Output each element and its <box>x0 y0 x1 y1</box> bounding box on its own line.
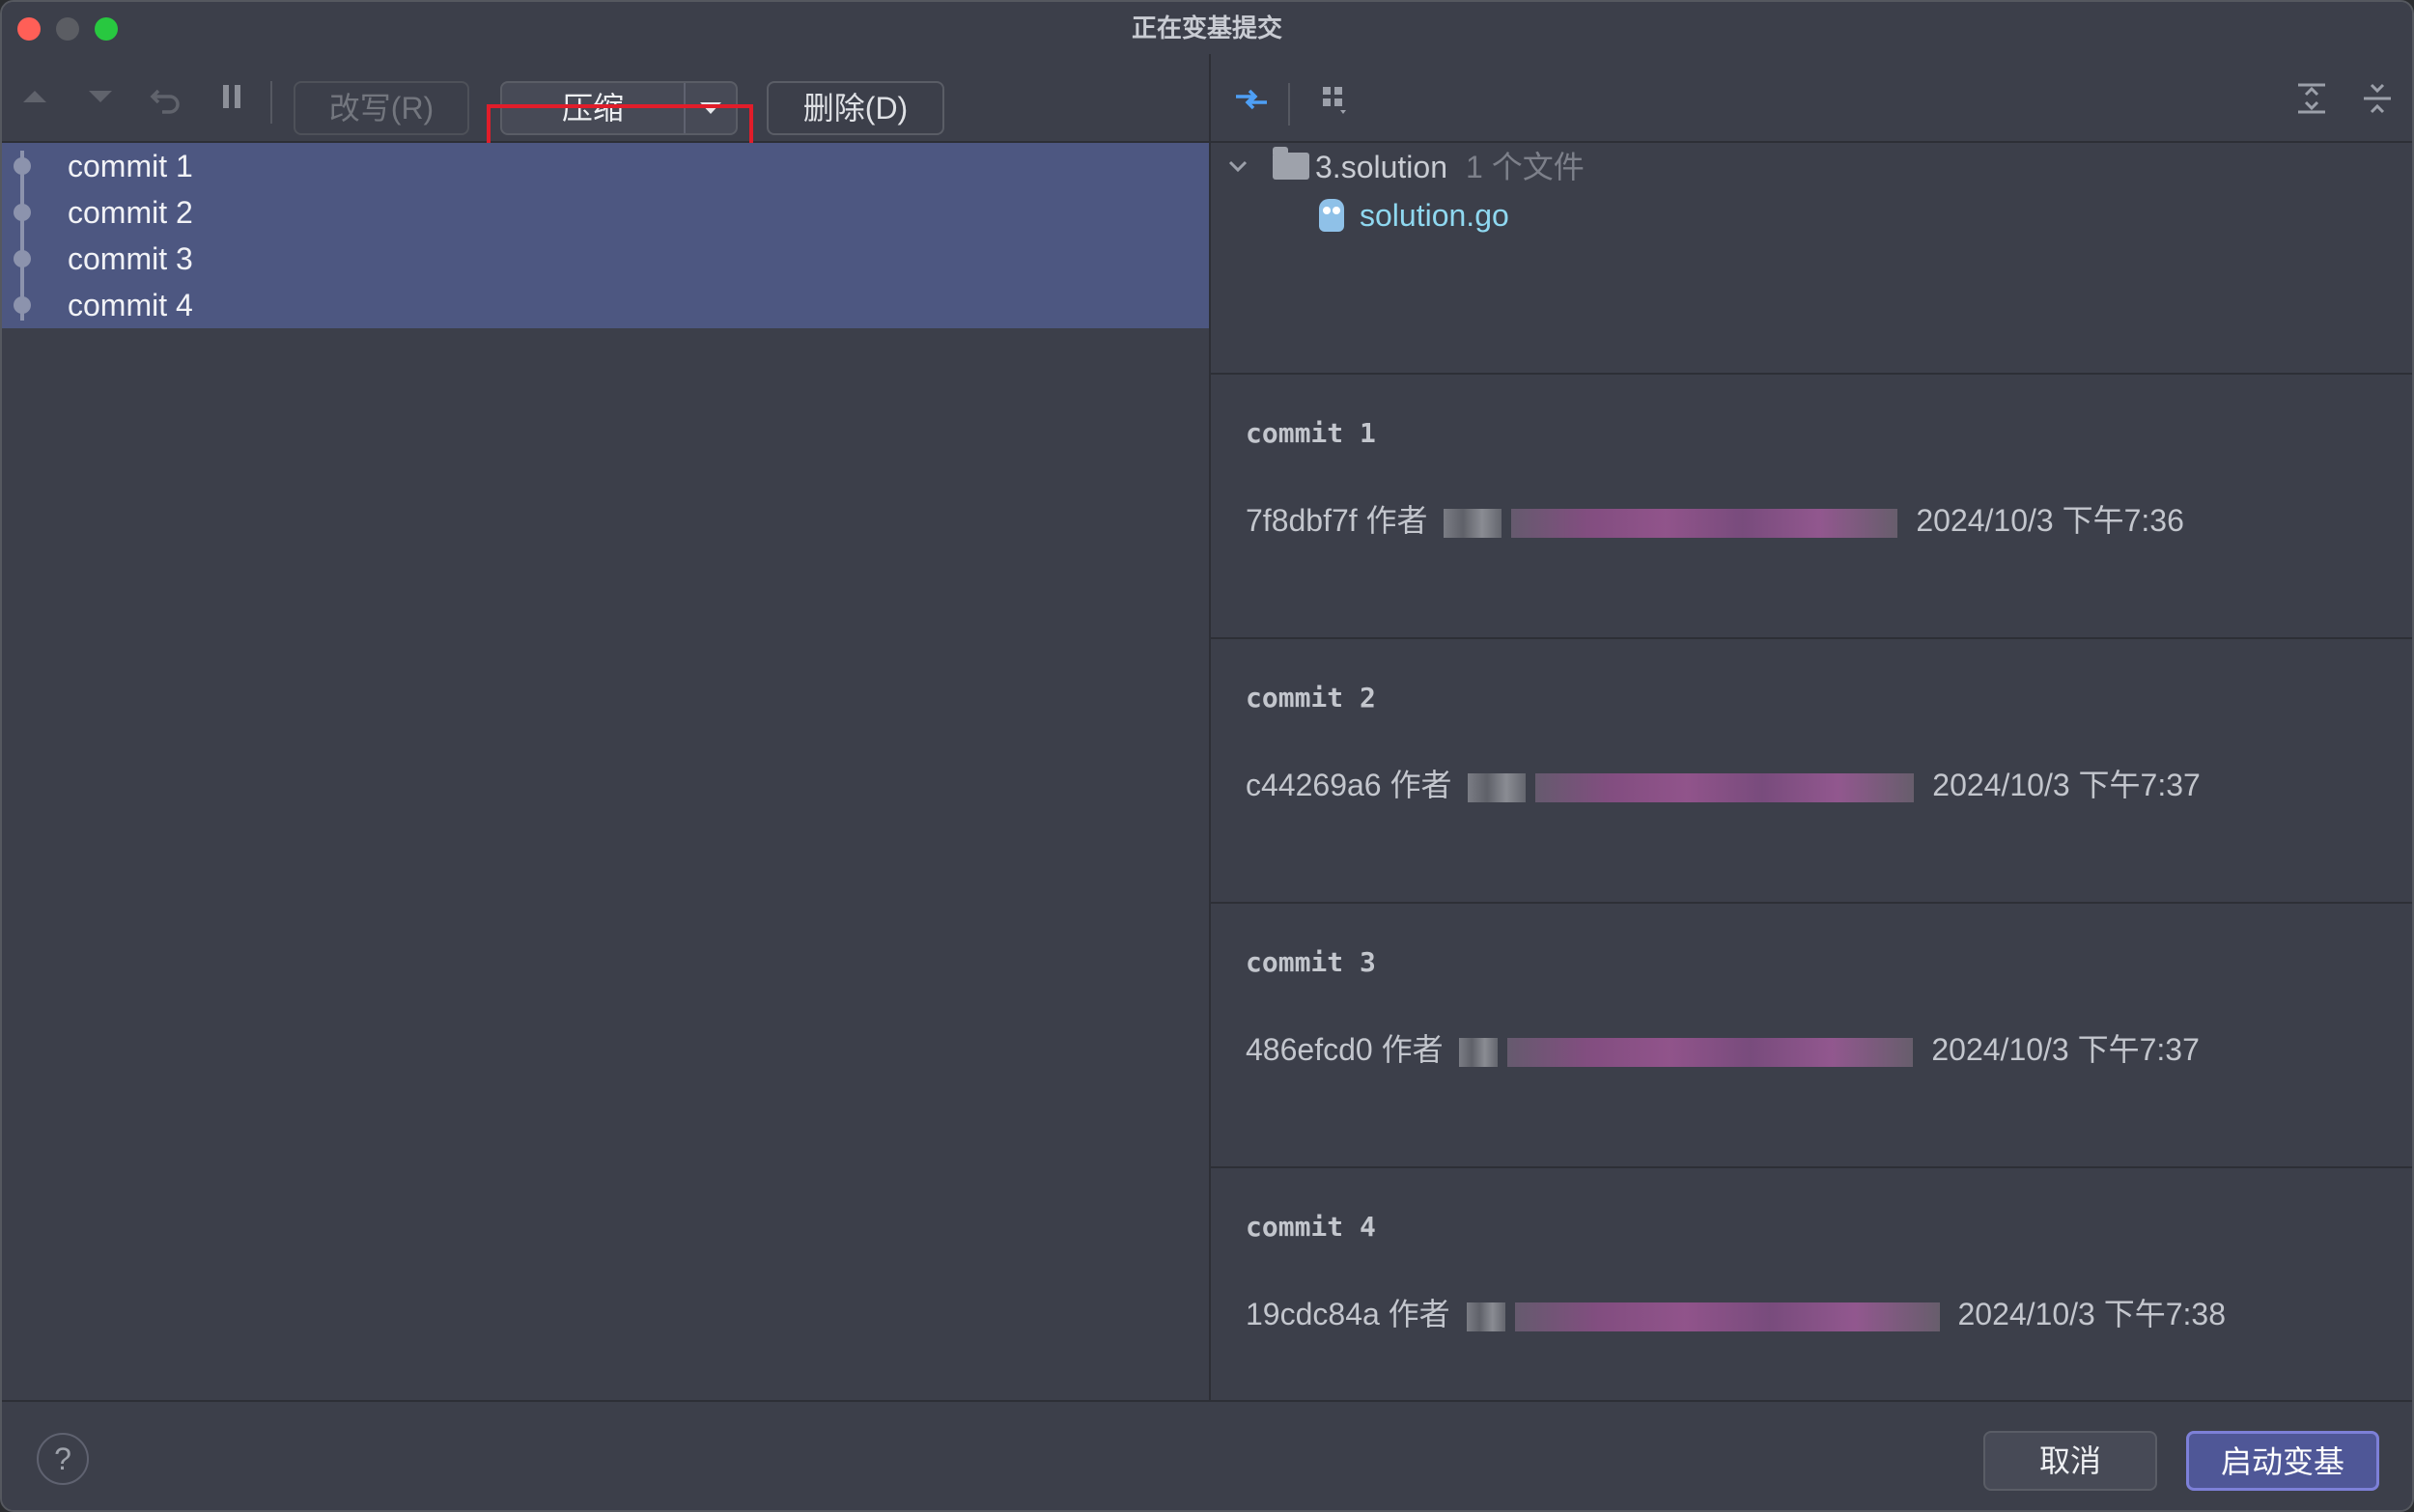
author-prefix: 作者 <box>1365 503 1428 538</box>
reword-button[interactable]: 改写(R) <box>294 81 469 135</box>
commit-hash[interactable]: c44269a6 <box>1246 768 1382 802</box>
group-by-icon[interactable] <box>1313 77 1356 120</box>
commit-node-icon <box>14 250 31 267</box>
help-button[interactable]: ? <box>37 1433 89 1485</box>
commit-hash[interactable]: 486efcd0 <box>1246 1032 1373 1067</box>
cancel-button[interactable]: 取消 <box>1983 1431 2157 1491</box>
folder-row[interactable]: 3.solution 1 个文件 <box>1211 143 2412 191</box>
folder-name: 3.solution <box>1315 150 1447 184</box>
commit-hash[interactable]: 7f8dbf7f <box>1246 503 1358 538</box>
author-prefix: 作者 <box>1388 1297 1450 1331</box>
toolbar-separator <box>270 81 272 124</box>
expand-all-icon[interactable] <box>2290 77 2333 120</box>
commit-detail-title: commit 4 <box>1246 1211 1376 1243</box>
commit-detail-title: commit 1 <box>1246 417 1376 449</box>
author-prefix: 作者 <box>1381 1032 1444 1067</box>
dialog-footer: ? 取消 启动变基 <box>2 1400 2412 1510</box>
file-row[interactable]: solution.go <box>1211 191 2412 239</box>
commit-time: 2024/10/3 下午7:37 <box>1932 768 2201 802</box>
commit-detail-title: commit 2 <box>1246 682 1376 714</box>
commit-message: commit 2 <box>68 195 193 230</box>
author-prefix: 作者 <box>1389 768 1452 802</box>
commit-row[interactable]: commit 1 <box>2 143 1209 189</box>
redacted-author-email <box>1511 508 1898 538</box>
commit-time: 2024/10/3 下午7:37 <box>1931 1032 2200 1067</box>
move-down-icon[interactable] <box>79 75 122 118</box>
folder-file-count: 1 个文件 <box>1466 150 1585 184</box>
commit-message: commit 1 <box>68 149 193 183</box>
commit-list: commit 1 commit 2 commit 3 commit 4 <box>2 143 1209 328</box>
commit-detail-meta: 7f8dbf7f 作者 2024/10/3 下午7:36 <box>1246 496 2184 541</box>
details-toolbar <box>1211 54 2412 143</box>
commit-time: 2024/10/3 下午7:36 <box>1916 503 2184 538</box>
commit-detail-meta: 486efcd0 作者 2024/10/3 下午7:37 <box>1246 1025 2200 1070</box>
toolbar-separator <box>1288 83 1290 126</box>
commit-details-pane: 3.solution 1 个文件 solution.go commit 1 7f… <box>1211 54 2412 1400</box>
collapse-all-icon[interactable] <box>2356 77 2399 120</box>
redacted-author-email <box>1507 1037 1914 1067</box>
redacted-author-name <box>1444 508 1502 538</box>
gopher-file-icon <box>1319 199 1344 232</box>
rebase-dialog: 正在变基提交 改写(R) 压缩 删除(D) commit 1 commit 2 … <box>0 0 2414 1512</box>
changed-files-tree: 3.solution 1 个文件 solution.go <box>1211 143 2412 375</box>
commit-row[interactable]: commit 2 <box>2 189 1209 236</box>
commit-row[interactable]: commit 4 <box>2 282 1209 328</box>
redacted-author-email <box>1535 772 1915 802</box>
folder-icon <box>1273 147 1309 180</box>
start-rebase-button[interactable]: 启动变基 <box>2186 1431 2379 1491</box>
title-bar: 正在变基提交 <box>2 2 2412 55</box>
commit-node-icon <box>14 157 31 175</box>
commit-detail-block: commit 2 c44269a6 作者 2024/10/3 下午7:37 <box>1211 639 2412 904</box>
delete-button[interactable]: 删除(D) <box>767 81 944 135</box>
compare-arrows-icon[interactable] <box>1230 77 1273 120</box>
commit-row[interactable]: commit 3 <box>2 236 1209 282</box>
redacted-author-name <box>1468 772 1527 802</box>
pause-icon[interactable] <box>211 75 253 118</box>
commit-detail-block: commit 4 19cdc84a 作者 2024/10/3 下午7:38 <box>1211 1168 2412 1400</box>
commit-detail-title: commit 3 <box>1246 946 1376 978</box>
commit-detail-block: commit 3 486efcd0 作者 2024/10/3 下午7:37 <box>1211 904 2412 1168</box>
file-name[interactable]: solution.go <box>1360 191 1509 239</box>
commit-detail-meta: 19cdc84a 作者 2024/10/3 下午7:38 <box>1246 1290 2226 1334</box>
redacted-author-name <box>1459 1037 1499 1067</box>
commit-detail-meta: c44269a6 作者 2024/10/3 下午7:37 <box>1246 761 2201 805</box>
window-title: 正在变基提交 <box>1131 14 1282 42</box>
commit-time: 2024/10/3 下午7:38 <box>1957 1297 2227 1331</box>
commit-node-icon <box>14 296 31 314</box>
undo-icon[interactable] <box>145 75 187 118</box>
commit-actions-toolbar: 改写(R) 压缩 删除(D) <box>2 54 1209 207</box>
commit-hash[interactable]: 19cdc84a <box>1246 1297 1380 1331</box>
commit-detail-block: commit 1 7f8dbf7f 作者 2024/10/3 下午7:36 <box>1211 375 2412 639</box>
commit-message: commit 3 <box>68 241 193 276</box>
redacted-author-email <box>1514 1302 1940 1331</box>
commit-list-pane: 改写(R) 压缩 删除(D) commit 1 commit 2 commit … <box>2 54 1211 1400</box>
commit-node-icon <box>14 204 31 221</box>
commit-message: commit 4 <box>68 288 193 322</box>
move-up-icon[interactable] <box>14 75 56 118</box>
redacted-author-name <box>1466 1302 1505 1331</box>
